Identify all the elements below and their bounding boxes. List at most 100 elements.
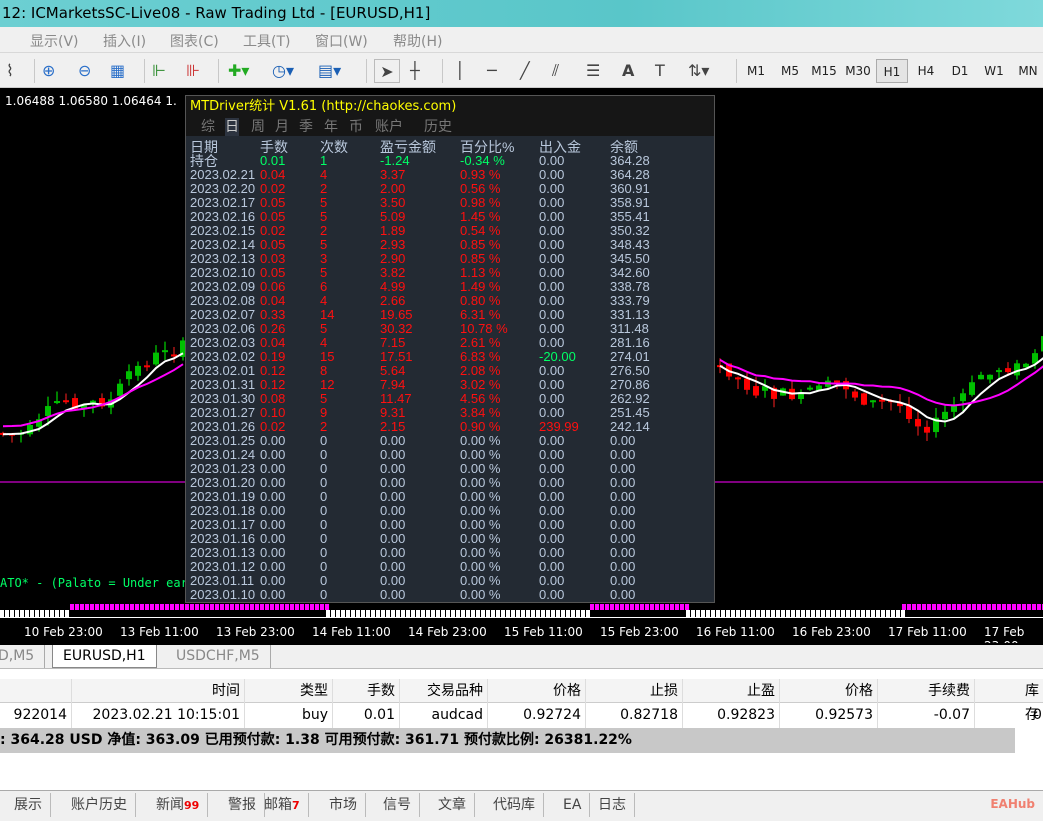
terminal-tab[interactable]: 信号: [375, 793, 420, 817]
time-tick-label: 13 Feb 23:00: [216, 625, 295, 639]
panel-tab[interactable]: 年: [324, 118, 338, 136]
timeframe-d1[interactable]: D1: [944, 59, 976, 83]
stats-cell: 0.00: [610, 503, 636, 518]
stats-cell: 3: [320, 251, 328, 266]
column-header[interactable]: 止盈: [683, 679, 780, 703]
strip-mark: [630, 604, 634, 610]
candle-body: [861, 393, 867, 405]
terminal-tab[interactable]: 展示: [6, 793, 51, 817]
zoom-out-icon[interactable]: ⊖: [78, 59, 91, 83]
timeframe-m5[interactable]: M5: [774, 59, 806, 83]
strip-mark: [511, 610, 515, 617]
timeframe-w1[interactable]: W1: [978, 59, 1010, 83]
periods-clock-icon[interactable]: ◷▾: [272, 59, 294, 83]
menu-item[interactable]: 图表(C): [170, 31, 219, 51]
strip-mark: [1012, 604, 1016, 610]
price-chart[interactable]: 1.06488 1.06580 1.06464 1. ATO* - (Palat…: [0, 88, 1043, 643]
stats-cell: 0.06: [260, 279, 286, 294]
text-label-icon[interactable]: T: [655, 59, 665, 83]
strip-mark: [691, 610, 695, 617]
stats-cell: 15: [320, 349, 335, 364]
indicators-add-icon[interactable]: ✚▾: [228, 59, 249, 83]
strip-mark: [195, 604, 199, 610]
autoscroll-icon[interactable]: ⊪: [186, 59, 200, 83]
tile-windows-icon[interactable]: ▦: [110, 59, 125, 83]
column-header[interactable]: 价格: [488, 679, 586, 703]
crosshair-icon[interactable]: ┼: [410, 59, 420, 83]
vertical-line-icon[interactable]: │: [455, 59, 465, 83]
column-header[interactable]: [0, 679, 72, 703]
zoom-in-icon[interactable]: ⊕: [42, 59, 55, 83]
chart-tab[interactable]: EURUSD,H1: [52, 645, 157, 668]
stats-cell: 2.93: [380, 237, 406, 252]
strip-mark: [295, 604, 299, 610]
fibonacci-icon[interactable]: ☰: [586, 59, 600, 83]
strip-mark: [751, 610, 755, 617]
column-header[interactable]: 交易品种: [400, 679, 488, 703]
terminal-tab[interactable]: 文章: [430, 793, 475, 817]
strip-mark: [75, 604, 79, 610]
strip-mark: [901, 610, 905, 617]
strip-mark: [791, 610, 795, 617]
stats-cell: 2023.01.19: [190, 489, 256, 504]
equidistant-channel-icon[interactable]: ⫽: [552, 59, 559, 83]
terminal-tab[interactable]: 代码库: [485, 793, 544, 817]
arrows-icon[interactable]: ⇅▾: [688, 59, 709, 83]
timeframe-h1[interactable]: H1: [876, 59, 908, 83]
stats-cell: 0.00: [610, 517, 636, 532]
timeframe-m15[interactable]: M15: [808, 59, 840, 83]
column-header[interactable]: 时间: [72, 679, 245, 703]
templates-icon[interactable]: ▤▾: [318, 59, 341, 83]
column-header[interactable]: 手续费: [878, 679, 975, 703]
timeframe-m30[interactable]: M30: [842, 59, 874, 83]
column-header[interactable]: 类型: [245, 679, 333, 703]
terminal-tab[interactable]: 邮箱7: [256, 793, 309, 817]
chart-tab[interactable]: D,M5: [0, 645, 46, 668]
terminal-tab[interactable]: 日志: [590, 793, 635, 817]
horizontal-line-icon[interactable]: ─: [487, 59, 497, 83]
panel-tab[interactable]: 历史: [424, 118, 452, 136]
stats-cell: 2023.02.20: [190, 181, 256, 196]
strip-mark: [90, 604, 94, 610]
column-header[interactable]: 手数: [333, 679, 400, 703]
stats-cell: 0: [320, 461, 328, 476]
panel-tab[interactable]: 日: [225, 118, 239, 136]
strip-mark: [140, 604, 144, 610]
panel-tab[interactable]: 周: [251, 118, 265, 136]
timeframe-mn[interactable]: MN: [1012, 59, 1043, 83]
strip-mark: [115, 604, 119, 610]
trendline-icon[interactable]: ╱: [520, 59, 530, 83]
menu-item[interactable]: 显示(V): [30, 31, 79, 51]
chart-line-icon[interactable]: ⌇: [6, 59, 14, 83]
chart-tab[interactable]: USDCHF,M5: [166, 645, 271, 668]
panel-tab[interactable]: 月: [275, 118, 289, 136]
column-header[interactable]: 价格: [780, 679, 878, 703]
time-tick-label: 14 Feb 11:00: [312, 625, 391, 639]
strip-mark: [175, 604, 179, 610]
strip-mark: [501, 610, 505, 617]
strip-mark: [320, 604, 324, 610]
terminal-tab[interactable]: 市场: [321, 793, 366, 817]
menu-item[interactable]: 插入(I): [103, 31, 146, 51]
menu-item[interactable]: 窗口(W): [315, 31, 368, 51]
chart-shift-icon[interactable]: ⊩: [152, 59, 166, 83]
strip-mark: [836, 610, 840, 617]
terminal-tab[interactable]: EA: [555, 793, 591, 817]
terminal-tab[interactable]: 新闻99: [148, 793, 209, 817]
menu-item[interactable]: 帮助(H): [393, 31, 442, 51]
panel-tab[interactable]: 币: [349, 118, 363, 136]
menu-item[interactable]: 工具(T): [243, 31, 290, 51]
column-header[interactable]: 库存: [975, 679, 1043, 723]
timeframe-m1[interactable]: M1: [740, 59, 772, 83]
stats-cell: 2023.02.07: [190, 307, 256, 322]
panel-tab[interactable]: 季: [299, 118, 313, 136]
table-row[interactable]: 922014 2023.02.21 10:15:01 buy 0.01 audcad 0.…: [0, 703, 1043, 728]
stats-cell: 3.84 %: [460, 405, 501, 420]
terminal-tab[interactable]: 账户历史: [63, 793, 136, 817]
timeframe-h4[interactable]: H4: [910, 59, 942, 83]
cursor-icon[interactable]: ➤: [374, 59, 400, 83]
panel-tab[interactable]: 综: [201, 118, 215, 136]
text-icon[interactable]: A: [622, 59, 634, 83]
column-header[interactable]: 止损: [586, 679, 683, 703]
panel-tab[interactable]: 账户: [375, 118, 403, 136]
